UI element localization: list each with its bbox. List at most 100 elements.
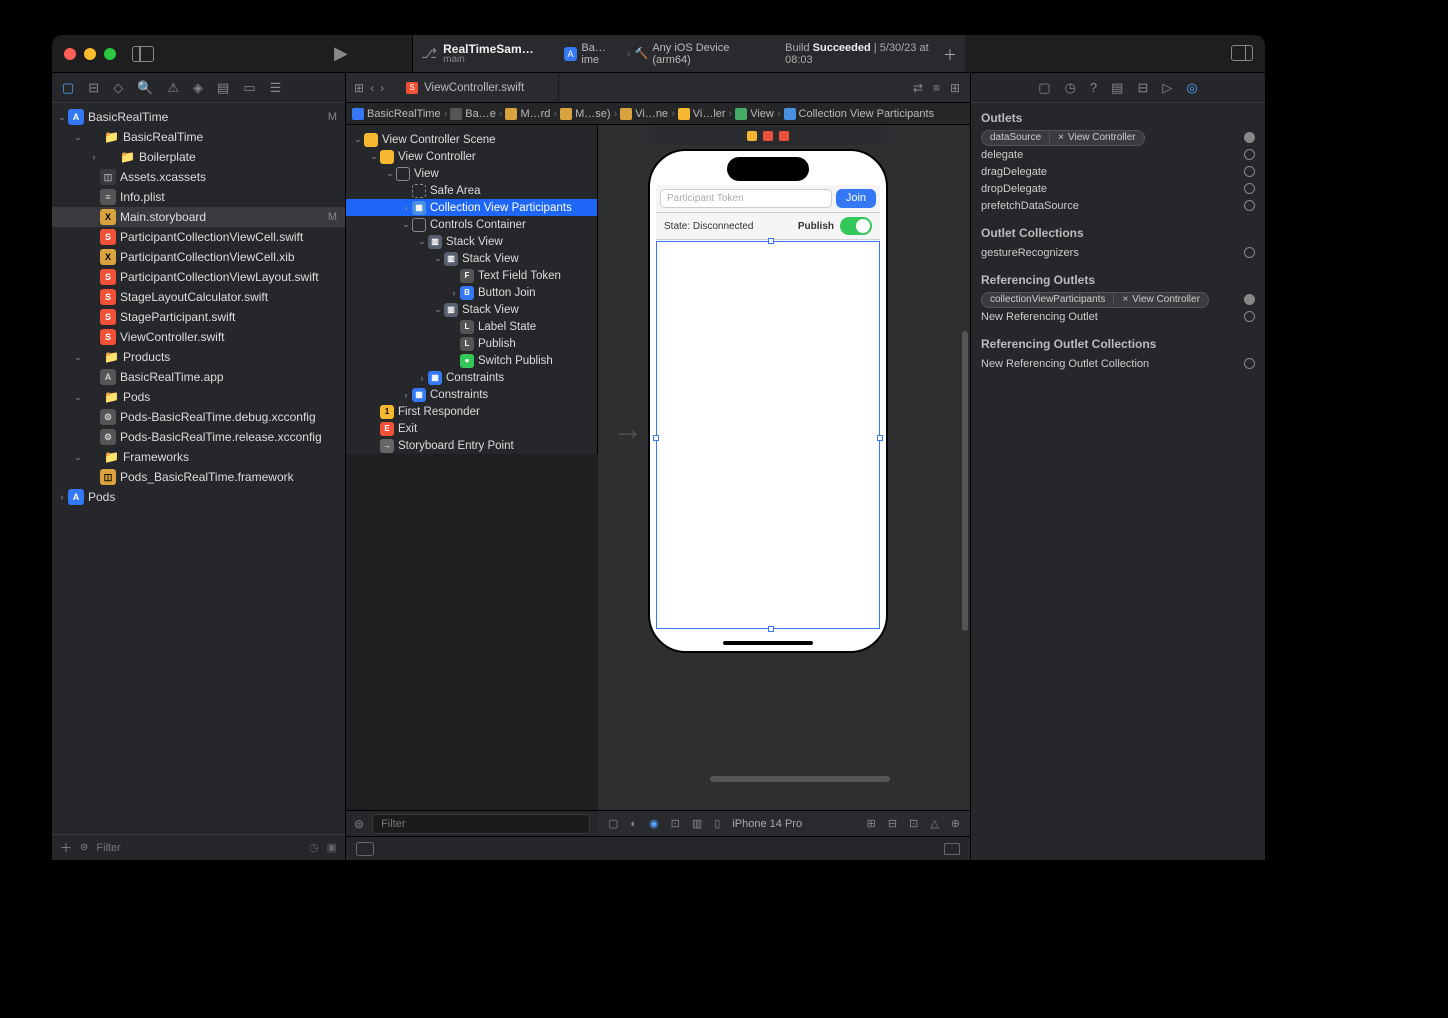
adjust-editor-icon[interactable]: ≡ [933,81,940,95]
test-icon[interactable]: ◈ [193,80,203,96]
connection-row[interactable]: dragDelegate [971,163,1265,180]
device-icon[interactable]: ▯ [714,817,720,830]
tree-row[interactable]: XParticipantCollectionViewCell.xib [52,247,345,267]
connection-pill[interactable]: collectionViewParticipants ×View Control… [981,292,1209,308]
connection-socket-icon[interactable] [1244,166,1255,177]
embed-in-icon[interactable]: △ [930,817,938,830]
collection-view-selection[interactable] [656,241,880,629]
outline-row[interactable]: ⌄▥Stack View [346,301,597,318]
forward-button[interactable]: › [380,81,384,95]
tree-row[interactable]: ◫Pods_BasicRealTime.framework [52,467,345,487]
join-button[interactable]: Join [836,189,876,208]
outline-row[interactable]: ›▦Constraints [346,369,597,386]
jumpbar-segment[interactable]: M…rd [505,108,550,120]
connection-row[interactable]: gestureRecognizers [971,244,1265,261]
tab[interactable]: SViewController.swift [392,73,559,103]
tree-row[interactable]: ≡Info.plist [52,187,345,207]
scm-filter-icon[interactable]: ▣ [327,841,337,854]
maximize-icon[interactable] [104,48,116,60]
tree-row[interactable]: ⌄📁Pods [52,387,345,407]
token-textfield[interactable]: Participant Token [660,189,832,208]
align-icon[interactable]: ⊞ [867,817,876,830]
connection-row[interactable]: dataSource ×View Controller [971,129,1265,146]
outline-row[interactable]: ›▦Collection View Participants [346,199,597,216]
vc-icon[interactable] [747,131,757,141]
source-control-icon[interactable]: ⊟ [88,80,99,96]
tree-row[interactable]: ⚙Pods-BasicRealTime.release.xcconfig [52,427,345,447]
horizontal-scrollbar[interactable] [710,776,890,782]
outline-row[interactable]: ⌄Controls Container [346,216,597,233]
file-inspector-icon[interactable]: ▢ [1038,80,1050,96]
debug-area-toggle[interactable] [356,842,374,856]
connection-socket-icon[interactable] [1244,247,1255,258]
toggle-navigator-icon[interactable] [132,46,154,62]
jumpbar-segment[interactable]: View [735,108,774,120]
tree-row[interactable]: ◫Assets.xcassets [52,167,345,187]
debug-icon[interactable]: ▤ [217,80,229,96]
outline-row[interactable]: ⌄▥Stack View [346,250,597,267]
tree-row[interactable]: SViewController.swift [52,327,345,347]
stack-icon[interactable]: ▥ [692,817,702,830]
device-label[interactable]: iPhone 14 Pro [732,818,802,830]
scheme-selector[interactable]: A Ba…ime › 🔨 Any iOS Device (arm64) [564,42,769,66]
add-button[interactable]: ＋ [60,839,72,856]
connection-row[interactable]: New Referencing Outlet Collection [971,355,1265,372]
issue-icon[interactable]: ⚠ [167,80,179,96]
attributes-inspector-icon[interactable]: ⊟ [1137,80,1148,96]
report-icon[interactable]: ☰ [270,80,282,96]
connection-pill[interactable]: dataSource ×View Controller [981,130,1145,146]
connection-row[interactable]: New Referencing Outlet [971,308,1265,325]
project-name[interactable]: RealTimeSam… [443,43,534,55]
tree-row[interactable]: ⌄📁Frameworks [52,447,345,467]
outline-row[interactable]: →Storyboard Entry Point [346,437,597,454]
minimap-icon[interactable] [944,843,960,855]
navigator-filter[interactable] [96,842,301,854]
minimize-icon[interactable] [84,48,96,60]
connection-socket-icon[interactable] [1244,183,1255,194]
tree-row[interactable]: SStageParticipant.swift [52,307,345,327]
tree-row[interactable]: ›📁Boilerplate [52,147,345,167]
vertical-scrollbar[interactable] [962,331,968,631]
add-tab-button[interactable]: ＋ [943,45,957,65]
connection-row[interactable]: delegate [971,146,1265,163]
tree-root[interactable]: ⌄ A BasicRealTime M [52,107,345,127]
x-icon[interactable]: × [1058,132,1064,143]
pin-icon[interactable]: ⊟ [888,817,897,830]
project-navigator-icon[interactable]: ▢ [62,80,74,96]
interface-builder-canvas[interactable]: → Participant Token Join [598,125,970,810]
jumpbar-segment[interactable]: Collection View Participants [784,108,935,120]
outline-row[interactable]: ›BButton Join [346,284,597,301]
outline-toggle-icon[interactable]: ▢ [608,817,618,830]
connection-row[interactable]: collectionViewParticipants ×View Control… [971,291,1265,308]
outline-row[interactable]: LPublish [346,335,597,352]
connection-socket-icon[interactable] [1244,311,1255,322]
identity-inspector-icon[interactable]: ▤ [1111,80,1123,96]
outline-row[interactable]: ⌄▥Stack View [346,233,597,250]
outline-row[interactable]: ⌄View [346,165,597,182]
tree-row[interactable]: ›APods [52,487,345,507]
constraints-icon[interactable]: ◉ [649,817,659,830]
outline-row[interactable]: 1First Responder [346,403,597,420]
jumpbar-segment[interactable]: M…se) [560,108,610,120]
find-icon[interactable]: 🔍 [137,80,153,96]
outline-row[interactable]: FText Field Token [346,267,597,284]
outline-row[interactable]: ●Switch Publish [346,352,597,369]
symbol-icon[interactable]: ◇ [113,80,123,96]
outline-filter[interactable] [372,814,590,834]
tree-row[interactable]: SStageLayoutCalculator.swift [52,287,345,307]
back-button[interactable]: ‹ [370,81,374,95]
add-editor-icon[interactable]: ⊞ [950,81,960,95]
tree-row[interactable]: SParticipantCollectionViewCell.swift [52,227,345,247]
connection-socket-icon[interactable] [1244,200,1255,211]
clock-icon[interactable]: ◷ [309,841,319,854]
connection-socket-icon[interactable] [1244,358,1255,369]
close-icon[interactable] [64,48,76,60]
tree-row[interactable]: ⚙Pods-BasicRealTime.debug.xcconfig [52,407,345,427]
breakpoint-icon[interactable]: ▭ [243,80,255,96]
history-inspector-icon[interactable]: ◷ [1065,80,1076,96]
scene-dock[interactable] [649,127,887,145]
tree-row[interactable]: SParticipantCollectionViewLayout.swift [52,267,345,287]
exit-icon[interactable] [779,131,789,141]
help-inspector-icon[interactable]: ? [1090,80,1097,95]
tree-row[interactable]: ⌄📁BasicRealTime [52,127,345,147]
